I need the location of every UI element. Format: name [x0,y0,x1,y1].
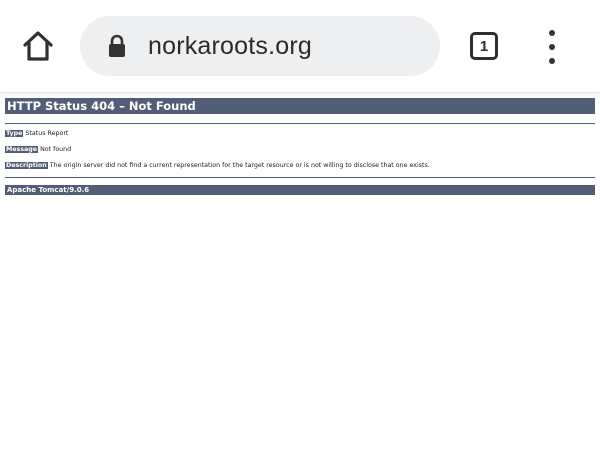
error-title: HTTP Status 404 – Not Found [5,98,595,114]
menu-dot-icon [549,30,555,36]
type-value: Status Report [25,130,69,137]
lock-icon[interactable] [106,34,128,58]
description-value: The origin server did not find a current… [49,162,430,169]
home-button[interactable] [18,26,58,66]
divider [5,123,595,124]
message-row: Message Not found [5,145,595,154]
divider [5,177,595,178]
type-label: Type [5,130,24,137]
server-footer: Apache Tomcat/9.0.6 [5,185,595,195]
page-content: HTTP Status 404 – Not Found Type Status … [0,92,600,450]
menu-dot-icon [549,44,555,50]
overflow-menu-button[interactable] [540,30,564,64]
tab-count: 1 [479,37,489,55]
description-label: Description [5,162,48,169]
address-bar[interactable]: norkaroots.org [80,16,440,76]
browser-toolbar: norkaroots.org 1 [0,0,600,93]
message-value: Not found [40,146,72,153]
home-icon [23,31,53,61]
menu-dot-icon [549,58,555,64]
description-row: Description The origin server did not fi… [5,161,595,170]
tab-switcher-button[interactable]: 1 [470,32,498,60]
url-text[interactable]: norkaroots.org [148,32,312,61]
message-label: Message [5,146,39,153]
type-row: Type Status Report [5,129,595,138]
